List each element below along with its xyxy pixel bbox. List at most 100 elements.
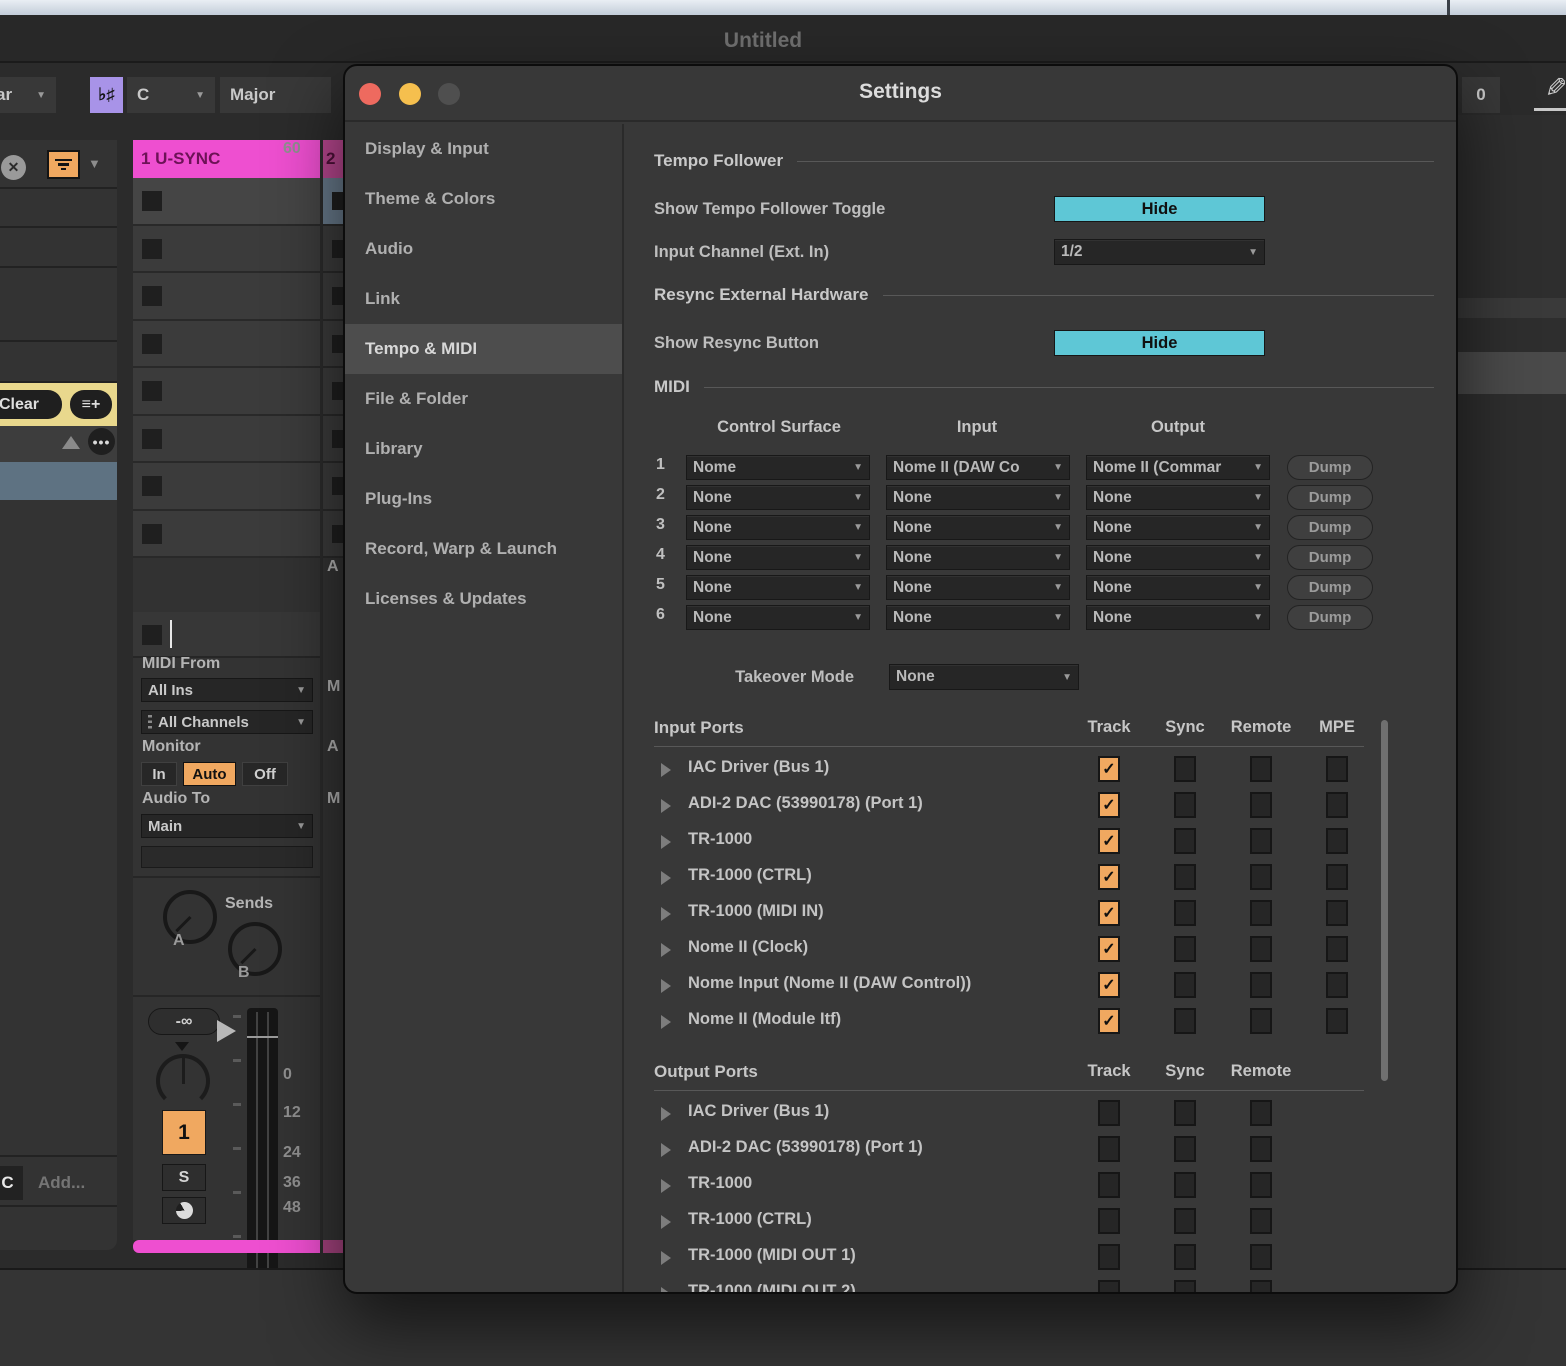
track-checkbox[interactable] bbox=[1098, 1172, 1120, 1198]
expand-triangle-icon[interactable] bbox=[661, 1015, 671, 1029]
sync-checkbox[interactable] bbox=[1174, 828, 1196, 854]
sync-checkbox[interactable] bbox=[1174, 1280, 1196, 1294]
settings-sidebar-item[interactable]: Library bbox=[345, 424, 622, 474]
add-group-button[interactable]: ≡+ bbox=[70, 390, 112, 419]
settings-sidebar-item[interactable]: Link bbox=[345, 274, 622, 324]
clip-slot[interactable] bbox=[133, 612, 320, 658]
clip-slot[interactable] bbox=[133, 321, 320, 369]
sync-checkbox[interactable] bbox=[1174, 756, 1196, 782]
scene-row-highlight[interactable] bbox=[1458, 352, 1566, 394]
track-checkbox[interactable] bbox=[1098, 936, 1120, 962]
control-surface-dropdown[interactable]: None▼ bbox=[686, 545, 870, 570]
send-a-knob[interactable] bbox=[163, 890, 217, 944]
scale-mode-button[interactable]: ♭♯ bbox=[90, 77, 123, 113]
mpe-checkbox[interactable] bbox=[1326, 792, 1348, 818]
collection-key-badge[interactable]: C bbox=[0, 1166, 23, 1200]
mpe-checkbox[interactable] bbox=[1326, 756, 1348, 782]
track-checkbox[interactable] bbox=[1098, 1208, 1120, 1234]
midi-from-dropdown[interactable]: All Ins ▼ bbox=[141, 678, 313, 702]
settings-sidebar-item[interactable]: Plug-Ins bbox=[345, 474, 622, 524]
sync-checkbox[interactable] bbox=[1174, 936, 1196, 962]
remote-checkbox[interactable] bbox=[1250, 1208, 1272, 1234]
volume-value[interactable]: -∞ bbox=[148, 1008, 220, 1035]
clear-button[interactable]: Clear bbox=[0, 390, 62, 419]
remote-checkbox[interactable] bbox=[1250, 1244, 1272, 1270]
clip-slot[interactable] bbox=[323, 178, 344, 226]
control-surface-dropdown[interactable]: None▼ bbox=[686, 575, 870, 600]
clip-stop-button[interactable] bbox=[142, 429, 162, 449]
settings-sidebar-item[interactable]: Tempo & MIDI bbox=[345, 324, 622, 374]
dump-button[interactable]: Dump bbox=[1287, 485, 1373, 510]
chevron-down-icon[interactable]: ▼ bbox=[88, 156, 101, 171]
mpe-checkbox[interactable] bbox=[1326, 972, 1348, 998]
clip-slot[interactable] bbox=[133, 463, 320, 511]
track-activator-button[interactable]: 1 bbox=[162, 1110, 206, 1155]
expand-triangle-icon[interactable] bbox=[661, 1107, 671, 1121]
expand-triangle-icon[interactable] bbox=[661, 835, 671, 849]
expand-triangle-icon[interactable] bbox=[661, 763, 671, 777]
track-checkbox[interactable] bbox=[1098, 1280, 1120, 1294]
expand-triangle-icon[interactable] bbox=[661, 907, 671, 921]
track-checkbox[interactable] bbox=[1098, 900, 1120, 926]
pan-knob[interactable] bbox=[156, 1054, 210, 1108]
clip-stop-button[interactable] bbox=[142, 381, 162, 401]
tempo-follower-hide-button[interactable]: Hide bbox=[1054, 196, 1265, 222]
output-dropdown[interactable]: None▼ bbox=[1086, 575, 1270, 600]
input-dropdown[interactable]: Nome II (DAW Co▼ bbox=[886, 455, 1070, 480]
resync-hide-button[interactable]: Hide bbox=[1054, 330, 1265, 356]
input-dropdown[interactable]: None▼ bbox=[886, 515, 1070, 540]
add-collection-label[interactable]: Add... bbox=[38, 1173, 85, 1193]
expand-triangle-icon[interactable] bbox=[661, 871, 671, 885]
clip-slot[interactable] bbox=[133, 368, 320, 416]
monitor-option-button[interactable]: In bbox=[141, 762, 177, 786]
sync-checkbox[interactable] bbox=[1174, 1008, 1196, 1034]
dump-button[interactable]: Dump bbox=[1287, 455, 1373, 480]
browser-row[interactable] bbox=[0, 189, 117, 228]
dialog-scrollbar[interactable] bbox=[1381, 720, 1388, 1081]
remote-checkbox[interactable] bbox=[1250, 1280, 1272, 1294]
output-dropdown[interactable]: None▼ bbox=[1086, 545, 1270, 570]
audio-to-dropdown[interactable]: Main ▼ bbox=[141, 814, 313, 838]
clip-slot[interactable] bbox=[323, 463, 344, 511]
dump-button[interactable]: Dump bbox=[1287, 575, 1373, 600]
clip-stop-button[interactable] bbox=[142, 191, 162, 211]
remote-checkbox[interactable] bbox=[1250, 936, 1272, 962]
clip-stop-button[interactable] bbox=[142, 239, 162, 259]
settings-sidebar-item[interactable]: Licenses & Updates bbox=[345, 574, 622, 624]
control-surface-dropdown[interactable]: Nome▼ bbox=[686, 455, 870, 480]
takeover-mode-dropdown[interactable]: None ▼ bbox=[889, 664, 1079, 690]
track-checkbox[interactable] bbox=[1098, 828, 1120, 854]
mpe-checkbox[interactable] bbox=[1326, 864, 1348, 890]
remote-checkbox[interactable] bbox=[1250, 792, 1272, 818]
remote-checkbox[interactable] bbox=[1250, 900, 1272, 926]
root-key-dropdown[interactable]: C ▼ bbox=[127, 77, 215, 113]
scale-name-dropdown[interactable]: Major bbox=[220, 77, 331, 113]
clip-stop-button[interactable] bbox=[142, 476, 162, 496]
remote-checkbox[interactable] bbox=[1250, 828, 1272, 854]
control-surface-dropdown[interactable]: None▼ bbox=[686, 485, 870, 510]
clip-slot[interactable] bbox=[133, 273, 320, 321]
sync-checkbox[interactable] bbox=[1174, 1244, 1196, 1270]
sync-checkbox[interactable] bbox=[1174, 792, 1196, 818]
mpe-checkbox[interactable] bbox=[1326, 936, 1348, 962]
clip-slot[interactable] bbox=[323, 368, 344, 416]
remote-checkbox[interactable] bbox=[1250, 1008, 1272, 1034]
clip-slot[interactable] bbox=[323, 273, 344, 321]
expand-triangle-icon[interactable] bbox=[661, 1287, 671, 1294]
settings-sidebar-item[interactable]: Audio bbox=[345, 224, 622, 274]
more-options-icon[interactable]: ••• bbox=[88, 428, 115, 455]
track-delay-field[interactable] bbox=[141, 846, 313, 868]
remote-checkbox[interactable] bbox=[1250, 756, 1272, 782]
sync-checkbox[interactable] bbox=[1174, 864, 1196, 890]
track-2-header[interactable]: 2 bbox=[323, 140, 344, 178]
output-dropdown[interactable]: None▼ bbox=[1086, 485, 1270, 510]
monitor-option-button[interactable]: Off bbox=[242, 762, 288, 786]
clip-stop-button[interactable] bbox=[142, 334, 162, 354]
clip-slot[interactable] bbox=[133, 511, 320, 559]
clip-slot[interactable] bbox=[133, 416, 320, 464]
midi-channel-dropdown[interactable]: All Channels ▼ bbox=[141, 710, 313, 734]
output-dropdown[interactable]: None▼ bbox=[1086, 515, 1270, 540]
filter-icon[interactable] bbox=[47, 150, 80, 179]
track-checkbox[interactable] bbox=[1098, 756, 1120, 782]
clip-stop-button[interactable] bbox=[142, 286, 162, 306]
